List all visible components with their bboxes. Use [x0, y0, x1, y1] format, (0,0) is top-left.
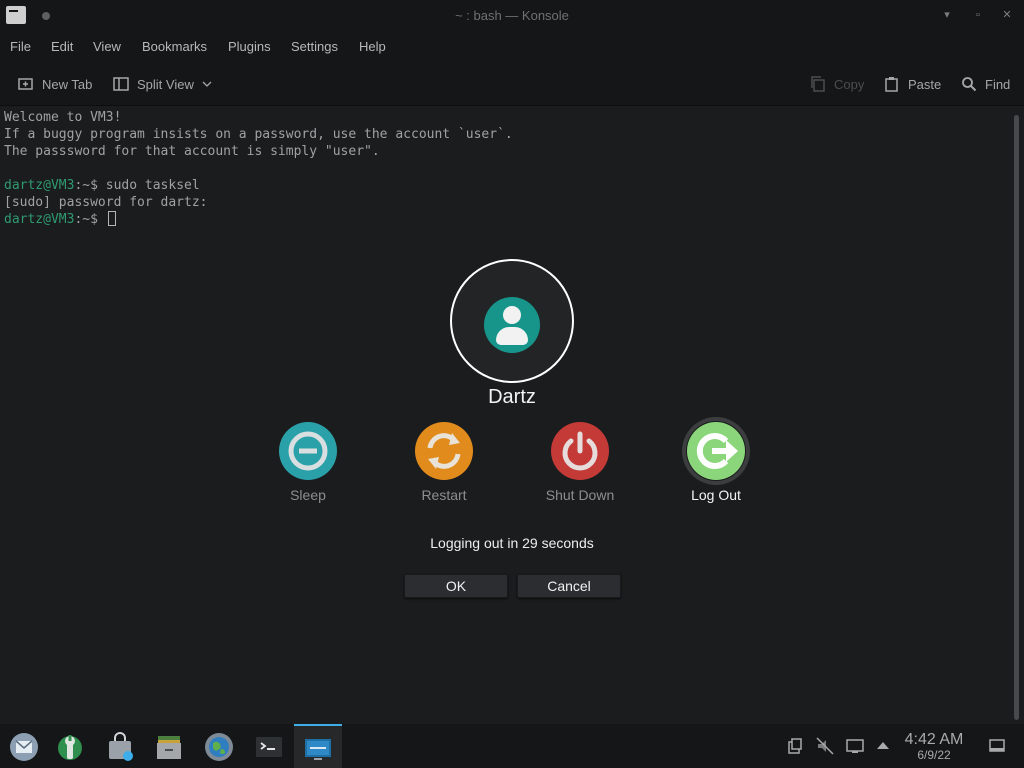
- terminal-line: If a buggy program insists on a password…: [4, 127, 513, 142]
- logout-icon: [686, 421, 746, 481]
- sleep-label: Sleep: [290, 487, 326, 503]
- new-tab-label: New Tab: [42, 76, 93, 92]
- search-icon: [962, 77, 977, 92]
- copy-icon: [811, 76, 825, 92]
- paste-label: Paste: [908, 76, 942, 92]
- logout-button[interactable]: Log Out: [666, 421, 766, 503]
- menu-settings[interactable]: Settings: [291, 39, 338, 54]
- konsole-task[interactable]: [245, 724, 293, 768]
- mail-icon: [10, 733, 38, 761]
- title-bar: ~ : bash — Konsole ▾ ▫ ✕: [0, 0, 1024, 32]
- browser-launcher[interactable]: [195, 724, 243, 768]
- volume-muted-icon[interactable]: [816, 737, 834, 755]
- clock-date[interactable]: 6/9/22: [896, 748, 972, 762]
- terminal-line: The passsword for that account is simply…: [4, 144, 380, 159]
- scrollbar-thumb[interactable]: [1014, 115, 1019, 720]
- terminal-line: [sudo] password for dartz:: [4, 195, 208, 210]
- cancel-button[interactable]: Cancel: [517, 574, 621, 598]
- prompt-suffix: :~$: [74, 212, 106, 227]
- power-icon: [550, 421, 610, 481]
- file-manager-launcher[interactable]: [145, 724, 193, 768]
- split-view-icon: [113, 77, 129, 91]
- sleep-icon: [278, 421, 338, 481]
- command-text: sudo tasksel: [105, 178, 200, 193]
- active-window-task[interactable]: [294, 724, 342, 768]
- terminal-scrollbar[interactable]: [1010, 107, 1024, 724]
- copy-button[interactable]: Copy: [810, 75, 864, 93]
- restart-label: Restart: [421, 487, 467, 503]
- ok-button[interactable]: OK: [404, 574, 508, 598]
- system-settings-launcher[interactable]: [46, 724, 94, 768]
- terminal-line: Welcome to VM3!: [4, 110, 122, 125]
- show-desktop-icon[interactable]: [988, 737, 1006, 755]
- window-title: ~ : bash — Konsole: [455, 8, 569, 23]
- logout-countdown: Logging out in 29 seconds: [430, 535, 594, 551]
- paste-icon: [885, 77, 898, 92]
- wrench-icon: [58, 735, 82, 760]
- chevron-down-icon[interactable]: [202, 79, 212, 89]
- logout-label: Log Out: [691, 487, 741, 503]
- shutdown-label: Shut Down: [545, 487, 615, 503]
- menu-edit[interactable]: Edit: [51, 39, 73, 54]
- close-button[interactable]: ✕: [999, 7, 1015, 23]
- clipboard-icon[interactable]: [786, 737, 804, 755]
- toolbar: New Tab Split View Copy Paste Find: [0, 62, 1024, 106]
- menu-plugins[interactable]: Plugins: [228, 39, 271, 54]
- menu-file[interactable]: File: [10, 39, 31, 54]
- menu-help[interactable]: Help: [359, 39, 386, 54]
- text-cursor: [107, 211, 116, 226]
- maximize-button[interactable]: ▫: [970, 7, 986, 23]
- prompt-user: dartz@VM3: [4, 178, 75, 193]
- find-label: Find: [985, 76, 1011, 92]
- new-tab-icon: [18, 78, 33, 90]
- copy-label: Copy: [834, 76, 865, 92]
- find-button[interactable]: Find: [961, 75, 1010, 93]
- network-icon[interactable]: [846, 737, 864, 755]
- prompt-user: dartz@VM3: [4, 212, 75, 227]
- terminal-command-line: dartz@VM3:~$ sudo tasksel: [4, 177, 1006, 194]
- prompt-suffix: :~$: [74, 178, 106, 193]
- user-icon: [484, 297, 540, 353]
- menu-bar: File Edit View Bookmarks Plugins Setting…: [0, 32, 1024, 62]
- split-view-label: Split View: [137, 76, 194, 92]
- menu-view[interactable]: View: [93, 39, 121, 54]
- user-avatar: [450, 259, 574, 383]
- minimize-button[interactable]: ▾: [939, 7, 955, 23]
- restart-button[interactable]: Restart: [394, 421, 494, 503]
- menu-bookmarks[interactable]: Bookmarks: [142, 39, 207, 54]
- expand-tray-icon[interactable]: [874, 737, 892, 755]
- monitor-icon: [305, 739, 331, 760]
- shutdown-button[interactable]: Shut Down: [530, 421, 630, 503]
- sleep-button[interactable]: Sleep: [258, 421, 358, 503]
- terminal-prompt-line: dartz@VM3:~$: [4, 211, 1006, 228]
- folder-archive-icon: [157, 736, 181, 759]
- paste-button[interactable]: Paste: [884, 75, 941, 93]
- split-view-button[interactable]: Split View: [113, 75, 212, 93]
- store-bag-icon: [109, 732, 133, 761]
- mail-launcher[interactable]: [0, 724, 48, 768]
- terminal-icon: [256, 737, 282, 757]
- terminal-view[interactable]: Welcome to VM3! If a buggy program insis…: [0, 107, 1010, 724]
- taskbar: [0, 724, 1024, 768]
- new-tab-button[interactable]: New Tab: [18, 75, 92, 93]
- discover-launcher[interactable]: [96, 724, 144, 768]
- globe-gear-icon: [205, 733, 233, 761]
- clock-time[interactable]: 4:42 AM: [896, 731, 972, 749]
- restart-icon: [414, 421, 474, 481]
- username-label: Dartz: [488, 386, 536, 408]
